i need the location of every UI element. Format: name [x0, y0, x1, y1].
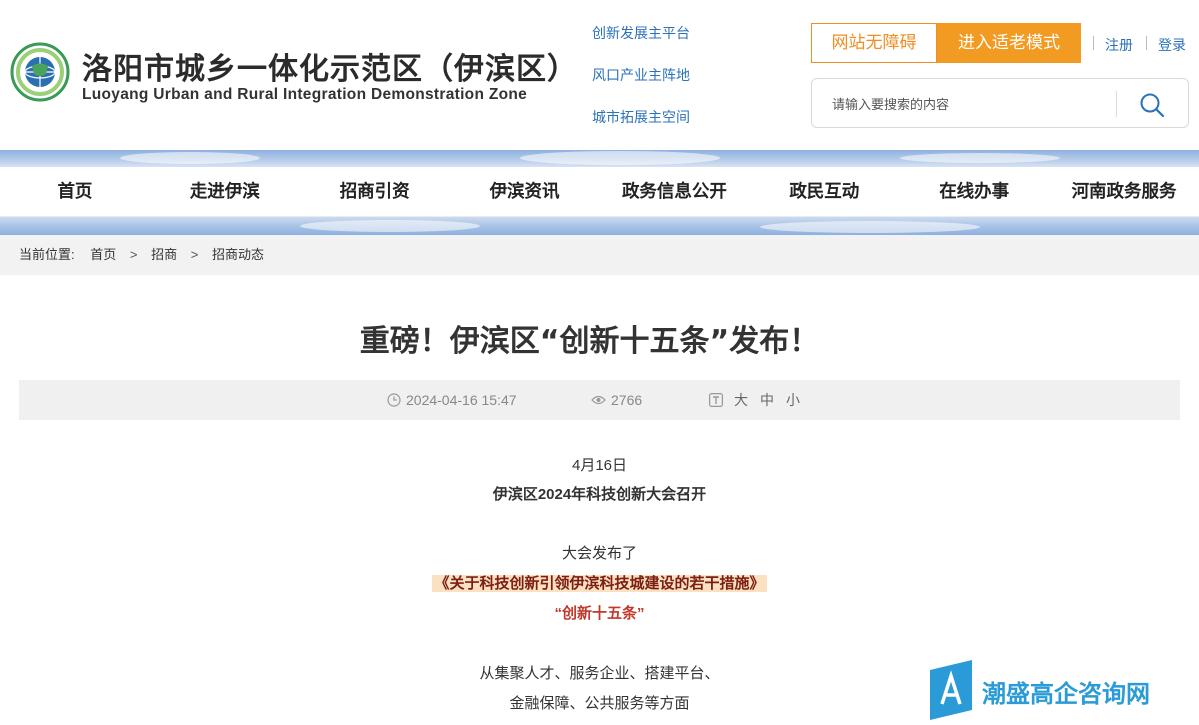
view-count-text: 2766 — [611, 392, 643, 408]
nav-item-henan-service[interactable]: 河南政务服务 — [1049, 167, 1199, 217]
clock-icon — [387, 393, 401, 407]
search-box — [811, 78, 1189, 128]
nav-item-gov-info[interactable]: 政务信息公开 — [600, 167, 750, 217]
font-size-switcher: 大 中 小 — [709, 380, 800, 420]
site-title: 洛阳市城乡一体化示范区（伊滨区） — [82, 52, 578, 87]
paragraph-document: 《关于科技创新引领伊滨科技城建设的若干措施》 — [0, 574, 1199, 594]
nav-item-investment[interactable]: 招商引资 — [300, 167, 450, 217]
article-title: 重磅！伊滨区“创新十五条”发布！ — [359, 324, 820, 359]
font-size-small[interactable]: 小 — [786, 380, 800, 420]
quick-link-city[interactable]: 城市拓展主空间 — [592, 108, 690, 150]
breadcrumb-investment-news[interactable]: 招商动态 — [212, 247, 264, 262]
breadcrumb-home[interactable]: 首页 — [90, 247, 116, 262]
breadcrumb-separator: > — [190, 247, 199, 262]
publish-time-text: 2024-04-16 15:47 — [406, 392, 517, 408]
eye-icon — [591, 395, 606, 405]
search-input[interactable] — [832, 93, 1112, 115]
quick-links: 创新发展主平台 风口产业主阵地 城市拓展主空间 — [592, 24, 690, 150]
watermark-text: 潮盛高企咨询网 — [982, 679, 1150, 708]
nav-item-home[interactable]: 首页 — [0, 167, 150, 217]
article-meta: 2024-04-16 15:47 2766 大 中 小 — [19, 380, 1180, 420]
accessibility-button[interactable]: 网站无障碍 — [811, 23, 937, 63]
font-size-large[interactable]: 大 — [734, 380, 748, 420]
nav-item-news[interactable]: 伊滨资讯 — [450, 167, 600, 217]
search-icon[interactable] — [1138, 91, 1166, 119]
text-size-icon — [709, 393, 723, 407]
breadcrumb-investment[interactable]: 招商 — [151, 247, 177, 262]
site-logo[interactable] — [10, 42, 70, 102]
site-subtitle: Luoyang Urban and Rural Integration Demo… — [82, 86, 528, 103]
register-link[interactable]: 注册 — [1105, 35, 1133, 55]
breadcrumb: 当前位置: 首页 > 招商 > 招商动态 — [0, 235, 1199, 275]
paragraph-intro: 大会发布了 — [561, 545, 637, 562]
watermark-a-letter-icon — [930, 660, 972, 720]
nav-item-about[interactable]: 走进伊滨 — [150, 167, 300, 217]
divider — [1146, 36, 1147, 50]
paragraph-date: 4月16日 — [571, 457, 628, 474]
nav-item-interaction[interactable]: 政民互动 — [749, 167, 899, 217]
document-title-highlight: 《关于科技创新引领伊滨科技城建设的若干措施》 — [432, 575, 767, 592]
main-nav: 首页 走进伊滨 招商引资 伊滨资讯 政务信息公开 政民互动 在线办事 河南政务服… — [0, 150, 1199, 235]
publish-time: 2024-04-16 15:47 — [387, 380, 517, 420]
view-count: 2766 — [591, 380, 642, 420]
breadcrumb-separator: > — [129, 247, 138, 262]
paragraph-policy-name: “创新十五条” — [0, 604, 1199, 624]
breadcrumb-label: 当前位置: — [19, 247, 75, 262]
quick-link-industry[interactable]: 风口产业主阵地 — [592, 66, 690, 108]
elder-mode-button[interactable]: 进入适老模式 — [937, 23, 1081, 63]
site-header: 洛阳市城乡一体化示范区（伊滨区） Luoyang Urban and Rural… — [0, 0, 1199, 150]
policy-name: “创新十五条” — [554, 605, 645, 622]
paragraph-event: 伊滨区2024年科技创新大会召开 — [492, 486, 707, 503]
font-size-medium[interactable]: 中 — [760, 380, 774, 420]
login-link[interactable]: 登录 — [1158, 35, 1186, 55]
divider — [1093, 36, 1094, 50]
quick-link-innovation[interactable]: 创新发展主平台 — [592, 24, 690, 66]
nav-item-online-service[interactable]: 在线办事 — [899, 167, 1049, 217]
search-divider — [1116, 91, 1117, 117]
